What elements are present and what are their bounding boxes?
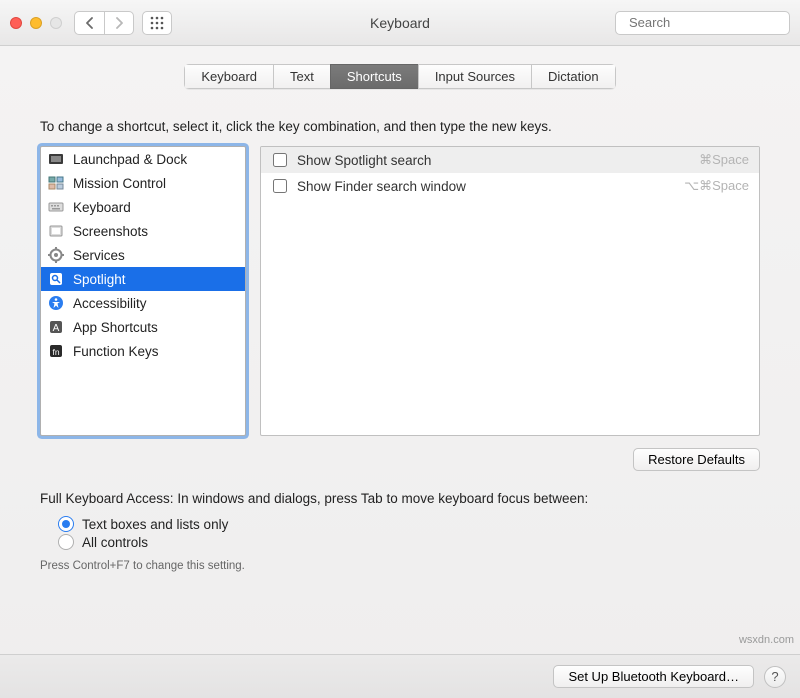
close-icon[interactable] [10,17,22,29]
shortcut-row[interactable]: Show Spotlight search ⌘Space [261,147,759,173]
setup-bluetooth-button[interactable]: Set Up Bluetooth Keyboard… [553,665,754,688]
category-label: App Shortcuts [73,320,158,335]
shortcut-keys[interactable]: ⌥⌘Space [684,178,749,194]
content: Keyboard Text Shortcuts Input Sources Di… [0,46,800,698]
svg-text:fn: fn [52,347,59,357]
fka-option-allcontrols[interactable]: All controls [58,534,760,550]
category-label: Screenshots [73,224,148,239]
shortcut-enable-checkbox[interactable] [273,153,287,167]
help-button[interactable]: ? [764,666,786,688]
category-label: Services [73,248,125,263]
accessibility-icon [47,294,65,312]
spotlight-icon [47,270,65,288]
shortcut-row[interactable]: Show Finder search window ⌥⌘Space [261,173,759,199]
function-keys-icon: fn [47,342,65,360]
category-list[interactable]: Launchpad & Dock Mission Control Keyboar… [40,146,246,436]
services-icon [47,246,65,264]
app-shortcuts-icon: A [47,318,65,336]
category-launchpad-dock[interactable]: Launchpad & Dock [41,147,245,171]
launchpad-icon [47,150,65,168]
category-mission-control[interactable]: Mission Control [41,171,245,195]
category-spotlight[interactable]: Spotlight [41,267,245,291]
tab-input-sources[interactable]: Input Sources [418,64,531,89]
tabstrip: Keyboard Text Shortcuts Input Sources Di… [30,64,770,89]
mission-control-icon [47,174,65,192]
category-screenshots[interactable]: Screenshots [41,219,245,243]
window-controls [10,17,62,29]
keyboard-icon [47,198,65,216]
category-label: Function Keys [73,344,159,359]
titlebar: Keyboard [0,0,800,46]
tab-keyboard[interactable]: Keyboard [184,64,273,89]
shortcut-list[interactable]: Show Spotlight search ⌘Space Show Finder… [260,146,760,436]
bottom-bar: Set Up Bluetooth Keyboard… ? [0,654,800,698]
back-button[interactable] [74,11,104,35]
shortcut-label: Show Spotlight search [297,153,699,168]
category-accessibility[interactable]: Accessibility [41,291,245,315]
radio-icon[interactable] [58,516,74,532]
maximize-icon [50,17,62,29]
category-label: Mission Control [73,176,166,191]
shortcut-keys[interactable]: ⌘Space [699,152,749,168]
category-label: Spotlight [73,272,126,287]
restore-defaults-button[interactable]: Restore Defaults [633,448,760,471]
fka-hint: Press Control+F7 to change this setting. [40,560,770,572]
fka-option-label: All controls [82,535,148,550]
fka-option-label: Text boxes and lists only [82,517,228,532]
minimize-icon[interactable] [30,17,42,29]
tab-dictation[interactable]: Dictation [531,64,616,89]
screenshots-icon [47,222,65,240]
category-services[interactable]: Services [41,243,245,267]
shortcut-enable-checkbox[interactable] [273,179,287,193]
fka-option-textboxes[interactable]: Text boxes and lists only [58,516,760,532]
category-label: Keyboard [73,200,131,215]
nav-buttons [74,11,134,35]
instruction-text: To change a shortcut, select it, click t… [40,119,760,134]
svg-text:A: A [53,323,60,334]
radio-icon[interactable] [58,534,74,550]
category-label: Accessibility [73,296,147,311]
watermark: wsxdn.com [739,634,794,646]
category-keyboard[interactable]: Keyboard [41,195,245,219]
shortcut-label: Show Finder search window [297,179,684,194]
search-field[interactable] [615,11,790,35]
full-keyboard-access: Full Keyboard Access: In windows and dia… [40,491,760,550]
category-function-keys[interactable]: fn Function Keys [41,339,245,363]
category-app-shortcuts[interactable]: A App Shortcuts [41,315,245,339]
forward-button[interactable] [104,11,134,35]
fka-heading: Full Keyboard Access: In windows and dia… [40,491,760,506]
show-all-button[interactable] [142,11,172,35]
tab-shortcuts[interactable]: Shortcuts [330,64,418,89]
search-input[interactable] [627,14,800,31]
tab-text[interactable]: Text [273,64,330,89]
category-label: Launchpad & Dock [73,152,187,167]
